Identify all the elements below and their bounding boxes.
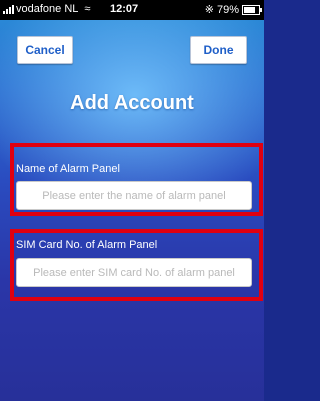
status-left: vodafone NL ≈	[3, 3, 90, 15]
sim-card-number-input[interactable]: Please enter SIM card No. of alarm panel	[16, 258, 252, 287]
bluetooth-icon: ※	[204, 4, 214, 16]
signal-icon	[3, 4, 14, 14]
battery-percent: 79%	[216, 3, 239, 16]
done-button[interactable]: Done	[190, 36, 247, 64]
sim-card-number-label: SIM Card No. of Alarm Panel	[16, 239, 158, 251]
sim-card-number-group: SIM Card No. of Alarm Panel Please enter…	[10, 229, 263, 301]
cancel-button[interactable]: Cancel	[17, 36, 73, 64]
alarm-panel-name-label: Name of Alarm Panel	[16, 163, 120, 175]
battery-icon	[242, 4, 262, 15]
status-time: 12:07	[110, 3, 139, 15]
status-right: ※ 79%	[204, 3, 262, 16]
status-bar: vodafone NL ≈ 12:07 ※ 79%	[0, 0, 264, 20]
alarm-panel-name-group: Name of Alarm Panel Please enter the nam…	[10, 143, 263, 216]
app-screen: vodafone NL ≈ 12:07 ※ 79% Cancel Done Ad…	[0, 0, 264, 401]
page-title: Add Account	[70, 92, 194, 114]
alarm-panel-name-input[interactable]: Please enter the name of alarm panel	[16, 181, 252, 210]
carrier-name: vodafone NL	[16, 3, 79, 15]
wifi-icon: ≈	[84, 3, 91, 15]
